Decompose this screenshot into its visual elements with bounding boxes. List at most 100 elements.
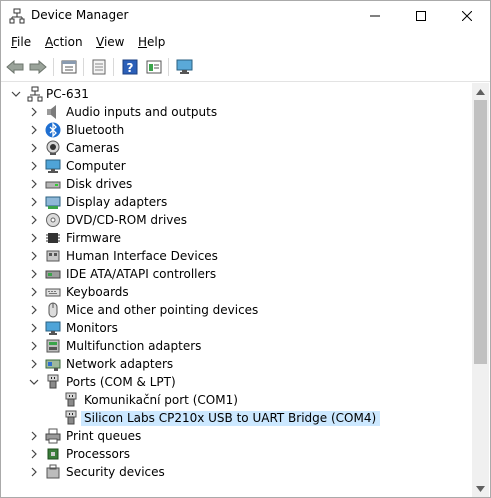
tree-category-item[interactable]: Human Interface Devices bbox=[1, 247, 472, 265]
tree-category-item[interactable]: Keyboards bbox=[1, 283, 472, 301]
menu-help[interactable]: Help bbox=[138, 35, 165, 49]
chevron-right-icon[interactable] bbox=[29, 215, 39, 225]
chevron-right-icon[interactable] bbox=[29, 287, 39, 297]
disk-drive-icon bbox=[45, 176, 61, 192]
tree-child-item[interactable]: Silicon Labs CP210x USB to UART Bridge (… bbox=[1, 409, 472, 427]
update-driver-icon bbox=[92, 59, 106, 75]
view-button[interactable] bbox=[144, 57, 164, 77]
maximize-button[interactable] bbox=[398, 1, 444, 31]
tree-category-item[interactable]: Network adapters bbox=[1, 355, 472, 373]
device-tree: PC-631 Audio inputs and outputs Bluetooth… bbox=[1, 83, 472, 497]
update-driver-button[interactable] bbox=[89, 57, 109, 77]
tree-category-item[interactable]: Audio inputs and outputs bbox=[1, 103, 472, 121]
chevron-down-icon[interactable] bbox=[11, 89, 21, 99]
tree-category-item[interactable]: DVD/CD-ROM drives bbox=[1, 211, 472, 229]
chevron-right-icon[interactable] bbox=[29, 197, 39, 207]
tree-category-item[interactable]: Security devices bbox=[1, 463, 472, 481]
port-icon bbox=[63, 410, 79, 426]
tree-category-item[interactable]: IDE ATA/ATAPI controllers bbox=[1, 265, 472, 283]
chevron-right-icon[interactable] bbox=[29, 323, 39, 333]
help-icon: ? bbox=[122, 59, 138, 75]
chevron-right-icon[interactable] bbox=[29, 143, 39, 153]
scroll-down-button[interactable] bbox=[472, 480, 489, 497]
camera-icon bbox=[45, 140, 61, 156]
bluetooth-icon bbox=[45, 122, 61, 138]
maximize-icon bbox=[416, 11, 426, 21]
speaker-icon bbox=[45, 104, 61, 120]
chevron-right-icon[interactable] bbox=[29, 467, 39, 477]
chevron-right-icon[interactable] bbox=[29, 359, 39, 369]
chevron-right-icon[interactable] bbox=[29, 107, 39, 117]
properties-icon bbox=[61, 60, 77, 74]
menu-view[interactable]: View bbox=[96, 35, 124, 49]
tree-item-label: Disk drives bbox=[66, 177, 133, 191]
forward-button[interactable] bbox=[28, 57, 48, 77]
minimize-button[interactable] bbox=[352, 1, 398, 31]
tree-item-label: Audio inputs and outputs bbox=[66, 105, 218, 119]
tree-item-label: Keyboards bbox=[66, 285, 129, 299]
tree-category-item[interactable]: Monitors bbox=[1, 319, 472, 337]
chevron-right-icon[interactable] bbox=[29, 251, 39, 261]
tree-category-item[interactable]: Bluetooth bbox=[1, 121, 472, 139]
chevron-right-icon[interactable] bbox=[29, 341, 39, 351]
tree-root-label: PC-631 bbox=[46, 87, 89, 101]
toolbar-separator bbox=[83, 58, 84, 76]
device-manager-app-icon bbox=[9, 8, 25, 24]
chevron-right-icon[interactable] bbox=[29, 305, 39, 315]
tree-category-item[interactable]: Firmware bbox=[1, 229, 472, 247]
tree-category-item[interactable]: Ports (COM & LPT) bbox=[1, 373, 472, 391]
window-title: Device Manager bbox=[31, 8, 129, 22]
tree-item-label: Human Interface Devices bbox=[66, 249, 218, 263]
chevron-right-icon[interactable] bbox=[29, 449, 39, 459]
tree-item-label: Multifunction adapters bbox=[66, 339, 202, 353]
forward-icon bbox=[29, 60, 47, 74]
tree-category-item[interactable]: Computer bbox=[1, 157, 472, 175]
menu-action[interactable]: Action bbox=[45, 35, 83, 49]
tree-category-item[interactable]: Print queues bbox=[1, 427, 472, 445]
tree-item-label: Processors bbox=[66, 447, 131, 461]
toolbar-separator bbox=[168, 58, 169, 76]
close-icon bbox=[462, 11, 472, 21]
chevron-right-icon[interactable] bbox=[29, 233, 39, 243]
tree-root[interactable]: PC-631 bbox=[1, 85, 472, 103]
title-bar[interactable]: Device Manager bbox=[1, 1, 490, 31]
chevron-right-icon[interactable] bbox=[29, 161, 39, 171]
tree-child-item[interactable]: Komunikační port (COM1) bbox=[1, 391, 472, 409]
tree-item-label: Silicon Labs CP210x USB to UART Bridge (… bbox=[81, 411, 381, 426]
hid-icon bbox=[45, 248, 61, 264]
toolbar: ? bbox=[1, 54, 490, 80]
close-button[interactable] bbox=[444, 1, 490, 31]
help-button[interactable]: ? bbox=[120, 57, 140, 77]
menu-file[interactable]: File bbox=[11, 35, 31, 49]
tree-item-label: Security devices bbox=[66, 465, 165, 479]
computer-icon bbox=[45, 158, 61, 174]
vertical-scrollbar[interactable] bbox=[472, 83, 489, 497]
properties-button[interactable] bbox=[59, 57, 79, 77]
arrow-up-icon bbox=[476, 88, 485, 95]
chevron-right-icon[interactable] bbox=[29, 125, 39, 135]
tree-item-label: Cameras bbox=[66, 141, 120, 155]
tree-category-item[interactable]: Disk drives bbox=[1, 175, 472, 193]
back-button[interactable] bbox=[5, 57, 25, 77]
arrow-down-icon bbox=[476, 485, 485, 492]
scan-hardware-icon bbox=[176, 59, 193, 74]
printer-icon bbox=[45, 428, 61, 444]
tree-category-item[interactable]: Processors bbox=[1, 445, 472, 463]
chevron-down-icon[interactable] bbox=[29, 377, 39, 387]
tree-category-item[interactable]: Cameras bbox=[1, 139, 472, 157]
ide-controller-icon bbox=[45, 266, 61, 282]
scrollbar-thumb[interactable] bbox=[474, 100, 487, 364]
scan-hardware-button[interactable] bbox=[175, 57, 195, 77]
chevron-right-icon[interactable] bbox=[29, 431, 39, 441]
network-adapter-icon bbox=[45, 356, 61, 372]
tree-item-label: Firmware bbox=[66, 231, 121, 245]
display-adapter-icon bbox=[45, 194, 61, 210]
scroll-up-button[interactable] bbox=[472, 83, 489, 100]
tree-item-label: Komunikační port (COM1) bbox=[84, 393, 238, 407]
tree-category-item[interactable]: Display adapters bbox=[1, 193, 472, 211]
toolbar-separator bbox=[113, 58, 114, 76]
chevron-right-icon[interactable] bbox=[29, 179, 39, 189]
tree-category-item[interactable]: Mice and other pointing devices bbox=[1, 301, 472, 319]
chevron-right-icon[interactable] bbox=[29, 269, 39, 279]
tree-category-item[interactable]: Multifunction adapters bbox=[1, 337, 472, 355]
